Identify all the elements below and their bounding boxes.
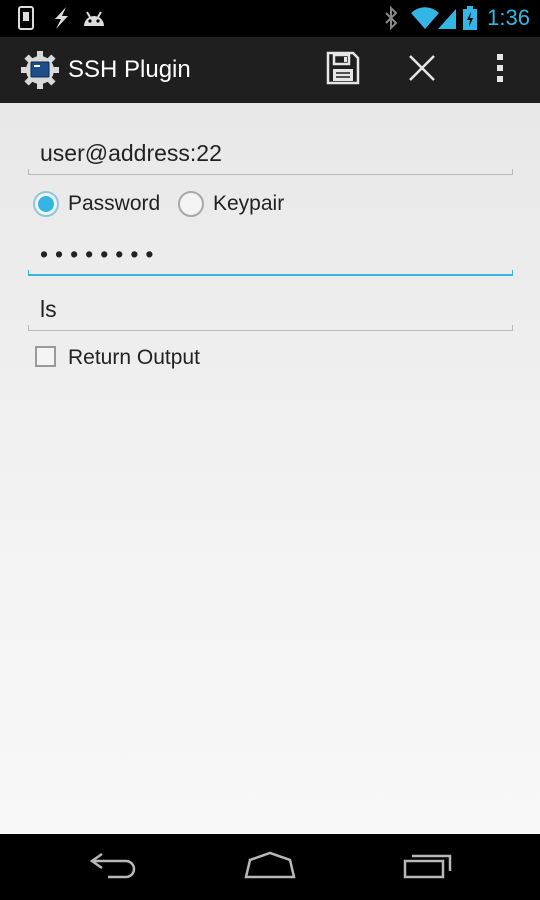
recents-button[interactable] (378, 834, 478, 900)
back-button[interactable] (63, 834, 163, 900)
status-bar: 1:36 (0, 0, 540, 37)
save-icon (326, 51, 360, 90)
keypair-radio-label[interactable]: Keypair (213, 191, 284, 217)
return-output-label[interactable]: Return Output (68, 345, 200, 371)
command-field[interactable]: ls (28, 287, 513, 331)
keypair-radio[interactable] (178, 191, 204, 217)
battery-icon (463, 6, 477, 30)
host-field[interactable]: user@address:22 (28, 131, 513, 175)
bluetooth-icon (383, 6, 399, 30)
home-icon (242, 850, 298, 885)
android-icon (81, 6, 107, 30)
overflow-menu-icon (496, 53, 504, 88)
back-icon (88, 850, 138, 885)
overflow-menu-button[interactable] (465, 37, 535, 103)
wifi-icon (410, 6, 440, 30)
navigation-bar (0, 834, 540, 900)
charging-bolt-icon (50, 6, 72, 30)
status-clock: 1:36 (487, 5, 530, 30)
app-title: SSH Plugin (68, 56, 191, 83)
app-gear-icon[interactable] (20, 50, 60, 90)
password-radio-label[interactable]: Password (68, 191, 160, 217)
host-value: user@address:22 (40, 140, 222, 166)
save-button[interactable] (308, 37, 378, 103)
phone-notification-icon (17, 6, 35, 30)
password-value: •••••••• (40, 241, 161, 267)
plugin-form: user@address:22 Password Keypair •••••••… (0, 103, 540, 834)
password-underline (28, 270, 513, 276)
signal-icon (437, 6, 457, 30)
close-button[interactable] (387, 37, 457, 103)
command-underline (28, 325, 513, 331)
command-value: ls (40, 296, 57, 322)
password-field[interactable]: •••••••• (28, 232, 513, 276)
return-output-checkbox[interactable] (35, 346, 56, 367)
home-button[interactable] (220, 834, 320, 900)
action-bar: SSH Plugin (0, 37, 540, 103)
host-underline (28, 169, 513, 175)
password-radio[interactable] (33, 191, 59, 217)
recents-icon (402, 850, 454, 885)
close-icon (408, 54, 436, 87)
